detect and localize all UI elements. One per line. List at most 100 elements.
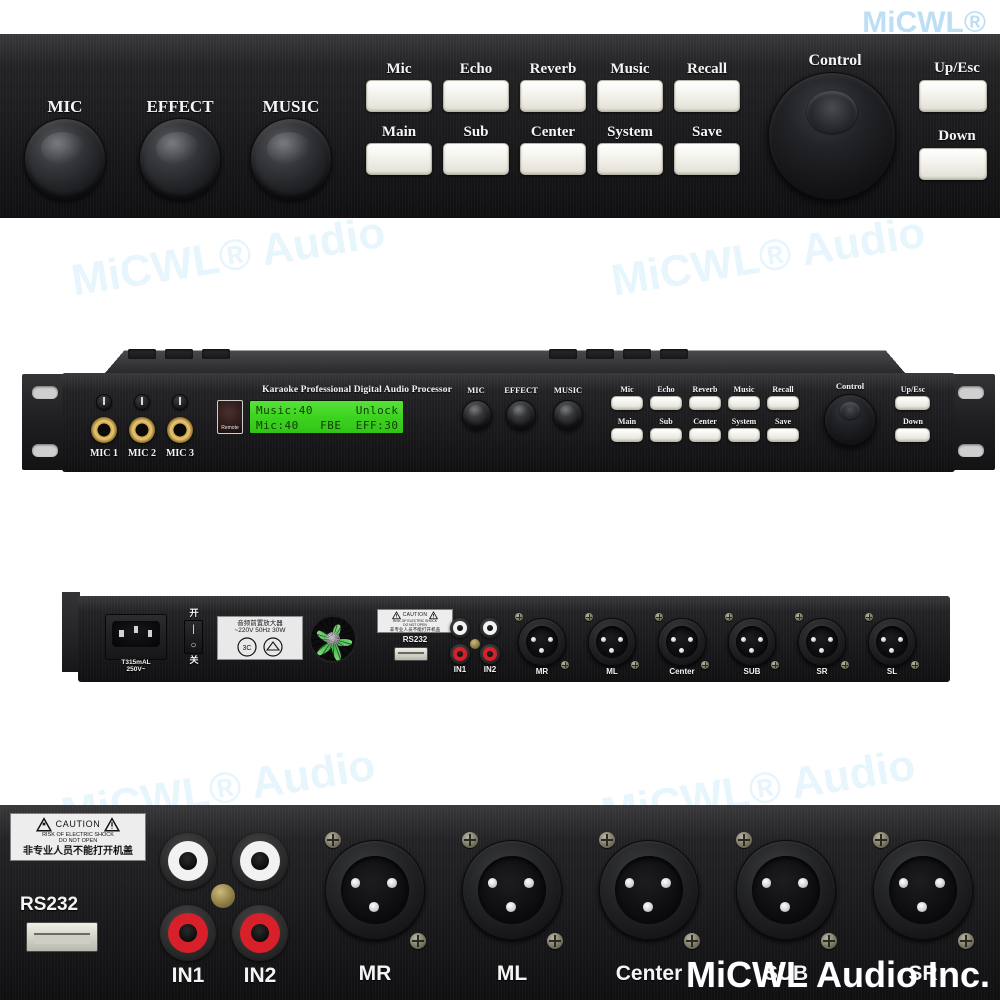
remote-ir-sensor: Remote bbox=[217, 400, 243, 434]
button-label-reverb: Reverb bbox=[529, 61, 577, 77]
rating-label-line2: ~220V 50Hz 30W bbox=[234, 627, 286, 635]
power-switch-on-mark: | bbox=[192, 623, 195, 635]
rack-button-reverb[interactable] bbox=[689, 396, 721, 410]
button-label-echo: Echo bbox=[459, 61, 493, 77]
rack-button-save[interactable] bbox=[767, 428, 799, 442]
mic3-input-jack[interactable] bbox=[167, 417, 193, 443]
rack-button-label-center: Center bbox=[693, 417, 717, 426]
caution-chinese: 非专业人员不能打开机盖 bbox=[389, 627, 441, 633]
xlr-output-sl[interactable] bbox=[868, 618, 916, 666]
detail-rca-in2-top[interactable] bbox=[232, 833, 288, 889]
xlr-screw bbox=[865, 613, 873, 621]
rca-in1-right-jack[interactable] bbox=[450, 618, 470, 638]
rack-mount-hole bbox=[32, 444, 58, 457]
xlr-output-sub[interactable] bbox=[728, 618, 776, 666]
knob-mic[interactable] bbox=[24, 118, 106, 200]
mic1-trim-pot[interactable] bbox=[96, 394, 112, 410]
detail-xlr-output-center[interactable] bbox=[599, 840, 699, 940]
detail-xlr-screw bbox=[736, 832, 752, 848]
detail-rca-in2-bottom[interactable] bbox=[232, 905, 288, 961]
button-mic[interactable] bbox=[366, 80, 432, 112]
vent-slot bbox=[586, 349, 614, 359]
mic2-trim-pot[interactable] bbox=[134, 394, 150, 410]
xlr-output-sr[interactable] bbox=[798, 618, 846, 666]
rack-knob-mic[interactable] bbox=[462, 400, 492, 430]
xlr-output-sl-label: SL bbox=[886, 667, 898, 676]
vent-slot bbox=[128, 349, 156, 359]
button-label-sub: Sub bbox=[463, 124, 489, 140]
cooling-fan bbox=[309, 615, 357, 663]
button-down[interactable] bbox=[919, 148, 987, 180]
xlr-output-sub-label: SUB bbox=[743, 667, 761, 676]
xlr-output-ml-label: ML bbox=[606, 667, 618, 676]
knob-music[interactable] bbox=[250, 118, 332, 200]
xlr-output-ml[interactable] bbox=[588, 618, 636, 666]
rack-button-sub[interactable] bbox=[650, 428, 682, 442]
rack-button-label-sub: Sub bbox=[659, 417, 673, 426]
button-sub[interactable] bbox=[443, 143, 509, 175]
detail-caution-label: CAUTION RISK OF ELECTRIC SHOCK DO NOT OP… bbox=[10, 813, 146, 861]
power-switch[interactable]: | ○ bbox=[184, 620, 203, 654]
rack-button-label-mic: Mic bbox=[620, 385, 634, 394]
xlr-output-mr[interactable] bbox=[518, 618, 566, 666]
rack-button-system[interactable] bbox=[728, 428, 760, 442]
detail-rs232-usb-port[interactable] bbox=[26, 922, 98, 952]
detail-xlr-output-ml[interactable] bbox=[462, 840, 562, 940]
mic3-label: MIC 3 bbox=[165, 448, 195, 459]
button-save[interactable] bbox=[674, 143, 740, 175]
button-main[interactable] bbox=[366, 143, 432, 175]
detail-xlr-output-mr-label: MR bbox=[358, 962, 392, 985]
button-music[interactable] bbox=[597, 80, 663, 112]
detail-rca-in1-top[interactable] bbox=[160, 833, 216, 889]
button-label-mic: Mic bbox=[386, 61, 412, 77]
rack-control-knob[interactable] bbox=[824, 394, 876, 446]
power-inlet[interactable] bbox=[105, 614, 167, 660]
detail-xlr-output-sub[interactable] bbox=[736, 840, 836, 940]
rack-button-center[interactable] bbox=[689, 428, 721, 442]
mic3-trim-pot[interactable] bbox=[172, 394, 188, 410]
rca-in2-right-jack[interactable] bbox=[480, 618, 500, 638]
knob-label-effect: EFFECT bbox=[146, 97, 214, 116]
rack-button-music[interactable] bbox=[728, 396, 760, 410]
rack-button-recall[interactable] bbox=[767, 396, 799, 410]
rack-button-main[interactable] bbox=[611, 428, 643, 442]
svg-text:3C: 3C bbox=[243, 645, 252, 652]
detail-xlr-screw bbox=[599, 832, 615, 848]
button-center[interactable] bbox=[520, 143, 586, 175]
rack-knob-music[interactable] bbox=[553, 400, 583, 430]
control-knob-dimple bbox=[806, 90, 858, 134]
rca-in2-left-jack[interactable] bbox=[480, 644, 500, 664]
control-knob-label: Control bbox=[808, 52, 862, 69]
detail-xlr-screw bbox=[821, 933, 837, 949]
button-reverb[interactable] bbox=[520, 80, 586, 112]
mic1-input-jack[interactable] bbox=[91, 417, 117, 443]
rack-button-up-esc[interactable] bbox=[895, 396, 930, 410]
rca-in2-label: IN2 bbox=[483, 665, 497, 674]
rack-button-echo[interactable] bbox=[650, 396, 682, 410]
button-system[interactable] bbox=[597, 143, 663, 175]
button-echo[interactable] bbox=[443, 80, 509, 112]
rack-control-knob-label: Control bbox=[835, 381, 865, 391]
knob-effect[interactable] bbox=[139, 118, 221, 200]
detail-xlr-output-sr[interactable] bbox=[873, 840, 973, 940]
rca-in1-left-jack[interactable] bbox=[450, 644, 470, 664]
knob-label-mic: MIC bbox=[47, 97, 83, 116]
rack-knob-effect[interactable] bbox=[506, 400, 536, 430]
rca-in1-label: IN1 bbox=[453, 665, 467, 674]
button-recall[interactable] bbox=[674, 80, 740, 112]
power-inlet-pin bbox=[133, 625, 138, 634]
control-knob[interactable] bbox=[768, 72, 896, 200]
button-up-esc[interactable] bbox=[919, 80, 987, 112]
detail-rca-in1-bottom[interactable] bbox=[160, 905, 216, 961]
button-label-music: Music bbox=[610, 61, 650, 77]
mic2-input-jack[interactable] bbox=[129, 417, 155, 443]
rack-button-mic[interactable] bbox=[611, 396, 643, 410]
rack-button-down[interactable] bbox=[895, 428, 930, 442]
detail-xlr-output-mr[interactable] bbox=[325, 840, 425, 940]
xlr-output-center[interactable] bbox=[658, 618, 706, 666]
rs232-usb-port[interactable] bbox=[394, 647, 428, 661]
rack-knob-label-effect: EFFECT bbox=[504, 385, 538, 395]
xlr-screw bbox=[725, 613, 733, 621]
detail-rs232-usb-inner bbox=[34, 932, 90, 945]
xlr-screw bbox=[585, 613, 593, 621]
